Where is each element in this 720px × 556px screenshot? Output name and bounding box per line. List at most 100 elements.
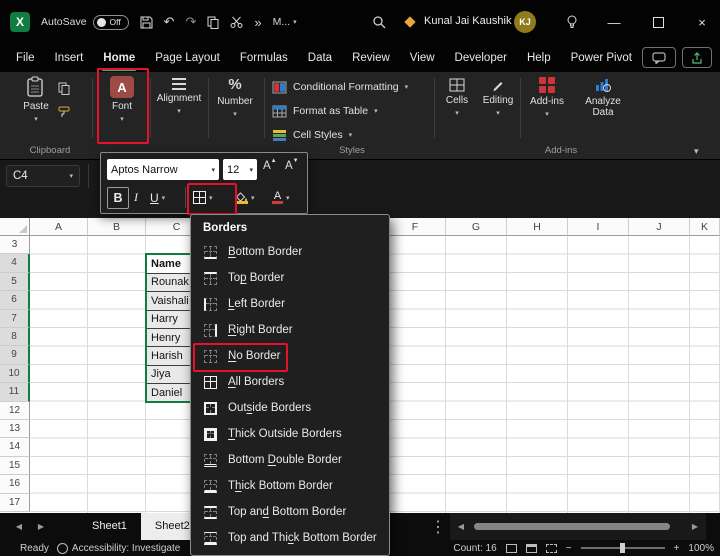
row-header-15[interactable]: 15 xyxy=(0,457,30,475)
minimize-button[interactable]: — xyxy=(600,0,628,44)
cells-group-button[interactable]: Cells ▾ xyxy=(438,78,476,117)
underline-button[interactable]: U ▾ xyxy=(150,187,165,208)
format-painter-button[interactable] xyxy=(58,106,70,118)
count-status[interactable]: Count: 16 xyxy=(453,543,496,554)
zoom-level[interactable]: 100% xyxy=(688,543,714,554)
menu-tab-insert[interactable]: Insert xyxy=(45,44,94,72)
row-header-7[interactable]: 7 xyxy=(0,310,30,328)
scroll-thumb[interactable] xyxy=(474,523,670,530)
scroll-right-icon[interactable]: ▶ xyxy=(684,522,706,531)
select-all-corner[interactable] xyxy=(0,218,30,236)
menu-item-bottom-border[interactable]: Bottom Border xyxy=(191,239,389,265)
menu-item-right-border[interactable]: Right Border xyxy=(191,317,389,343)
name-box[interactable]: C4 ▾ xyxy=(6,165,80,187)
borders-button[interactable]: ▾ xyxy=(193,187,213,208)
font-size-combo[interactable]: 12 ▾ xyxy=(223,159,257,180)
row-header-11[interactable]: 11 xyxy=(0,383,30,401)
excel-logo-icon[interactable]: X xyxy=(10,12,30,32)
decrease-font-size-icon[interactable]: A▼ xyxy=(285,160,299,172)
menu-item-outside-borders[interactable]: Outside Borders xyxy=(191,395,389,421)
increase-font-size-icon[interactable]: A▲ xyxy=(263,160,277,172)
cell-styles-button[interactable]: Cell Styles ▾ xyxy=(272,124,352,146)
row-header-9[interactable]: 9 xyxy=(0,346,30,364)
tab-overflow-icon[interactable]: ⋮ xyxy=(430,517,446,537)
zoom-thumb[interactable] xyxy=(620,543,625,553)
zoom-slider[interactable] xyxy=(581,547,665,549)
ribbon-collapse-icon[interactable]: ▾ xyxy=(694,146,699,157)
menu-tab-home[interactable]: Home xyxy=(93,44,145,72)
copy-small-button[interactable] xyxy=(58,82,70,95)
share-button[interactable] xyxy=(682,47,712,68)
save-icon[interactable] xyxy=(140,16,153,29)
page-break-view-icon[interactable] xyxy=(546,544,557,553)
menu-tab-file[interactable]: File xyxy=(6,44,45,72)
lightbulb-icon[interactable] xyxy=(566,15,578,29)
menu-tab-help[interactable]: Help xyxy=(517,44,561,72)
scroll-left-icon[interactable]: ◀ xyxy=(450,522,472,531)
undo-icon[interactable]: ↶ xyxy=(164,14,175,30)
menu-item-top-and-thick-bottom-border[interactable]: Top and Thick Bottom Border xyxy=(191,525,389,551)
more-commands-icon[interactable]: » xyxy=(254,15,261,30)
zoom-in-icon[interactable]: + xyxy=(674,543,680,554)
format-as-table-button[interactable]: Format as Table ▾ xyxy=(272,100,378,122)
row-header-12[interactable]: 12 xyxy=(0,402,30,420)
menu-tab-review[interactable]: Review xyxy=(342,44,400,72)
analyze-data-button[interactable]: Analyze Data xyxy=(574,77,632,118)
next-sheet-icon[interactable]: ▶ xyxy=(30,522,52,531)
italic-button[interactable]: I xyxy=(134,187,138,208)
menu-tab-page-layout[interactable]: Page Layout xyxy=(145,44,230,72)
editing-group-button[interactable]: Editing ▾ xyxy=(478,78,518,117)
fill-color-button[interactable]: ▾ xyxy=(235,187,255,208)
quick-access-menu[interactable]: M...▾ xyxy=(273,16,297,28)
row-header-4[interactable]: 4 xyxy=(0,254,30,272)
maximize-button[interactable] xyxy=(644,0,672,44)
column-header-F[interactable]: F xyxy=(385,218,446,236)
column-header-B[interactable]: B xyxy=(88,218,146,236)
redo-icon[interactable]: ↷ xyxy=(185,14,196,30)
cut-icon[interactable] xyxy=(230,16,243,28)
sheet-tab-sheet1[interactable]: Sheet1 xyxy=(78,513,141,540)
menu-tab-developer[interactable]: Developer xyxy=(445,44,517,72)
menu-item-thick-bottom-border[interactable]: Thick Bottom Border xyxy=(191,473,389,499)
column-header-A[interactable]: A xyxy=(30,218,88,236)
row-header-5[interactable]: 5 xyxy=(0,273,30,291)
number-group-button[interactable]: % Number ▾ xyxy=(212,77,258,118)
normal-view-icon[interactable] xyxy=(506,544,517,553)
alignment-group-button[interactable]: Alignment ▾ xyxy=(154,78,204,115)
menu-tab-formulas[interactable]: Formulas xyxy=(230,44,298,72)
column-header-G[interactable]: G xyxy=(446,218,507,236)
comment-button[interactable] xyxy=(642,47,676,68)
menu-tab-view[interactable]: View xyxy=(400,44,445,72)
close-button[interactable]: × xyxy=(688,0,716,44)
row-header-3[interactable]: 3 xyxy=(0,236,30,254)
menu-item-no-border[interactable]: No Border xyxy=(191,343,389,369)
menu-tab-power-pivot[interactable]: Power Pivot xyxy=(561,44,642,72)
horizontal-scrollbar[interactable]: ◀ ▶ xyxy=(450,513,706,540)
font-color-button[interactable]: A ▾ xyxy=(272,187,290,208)
copy-icon[interactable] xyxy=(207,16,219,29)
font-group-button[interactable]: A Font ▾ xyxy=(100,76,144,123)
menu-tab-data[interactable]: Data xyxy=(298,44,342,72)
row-header-14[interactable]: 14 xyxy=(0,438,30,456)
column-header-J[interactable]: J xyxy=(629,218,690,236)
user-name[interactable]: Kunal Jai Kaushik xyxy=(424,15,511,27)
row-header-16[interactable]: 16 xyxy=(0,475,30,493)
menu-item-left-border[interactable]: Left Border xyxy=(191,291,389,317)
column-header-H[interactable]: H xyxy=(507,218,568,236)
add-ins-button[interactable]: Add-ins ▾ xyxy=(524,77,570,118)
row-header-8[interactable]: 8 xyxy=(0,328,30,346)
bold-button[interactable]: B xyxy=(107,187,129,208)
row-header-13[interactable]: 13 xyxy=(0,420,30,438)
column-header-K[interactable]: K xyxy=(690,218,720,236)
menu-item-all-borders[interactable]: All Borders xyxy=(191,369,389,395)
prev-sheet-icon[interactable]: ◀ xyxy=(8,522,30,531)
avatar[interactable]: KJ xyxy=(514,11,536,33)
row-header-6[interactable]: 6 xyxy=(0,291,30,309)
menu-item-thick-outside-borders[interactable]: Thick Outside Borders xyxy=(191,421,389,447)
menu-item-bottom-double-border[interactable]: Bottom Double Border xyxy=(191,447,389,473)
search-icon[interactable] xyxy=(372,15,386,29)
menu-item-top-and-bottom-border[interactable]: Top and Bottom Border xyxy=(191,499,389,525)
menu-item-top-border[interactable]: Top Border xyxy=(191,265,389,291)
zoom-out-icon[interactable]: − xyxy=(566,543,572,554)
paste-button[interactable]: Paste ▾ xyxy=(16,76,56,123)
